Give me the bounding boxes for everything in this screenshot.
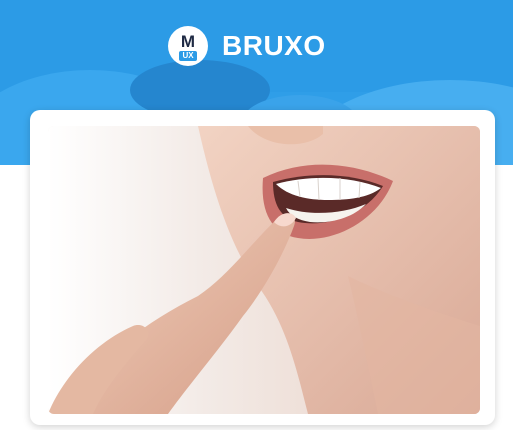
smile-photo-illustration <box>48 126 480 414</box>
hero-image <box>48 126 480 414</box>
logo-letter: M <box>180 32 196 51</box>
app-screen: M UX BRUXO <box>0 0 513 430</box>
app-logo: M UX <box>168 26 208 66</box>
logo-sub: UX <box>179 51 197 61</box>
app-title: BRUXO <box>222 30 326 61</box>
brand: M UX BRUXO <box>168 26 326 66</box>
